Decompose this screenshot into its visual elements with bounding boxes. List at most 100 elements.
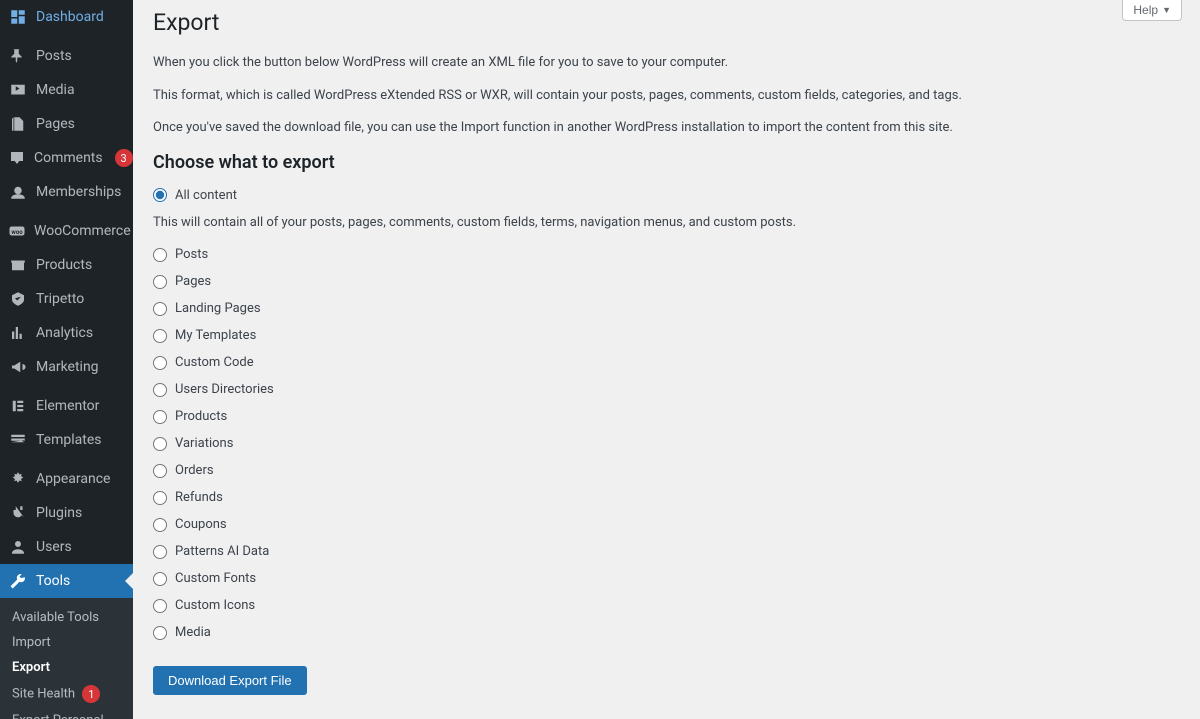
export-option-custom-fonts[interactable]: Custom Fonts — [153, 565, 1180, 592]
sidebar-item-analytics[interactable]: Analytics — [0, 316, 133, 350]
sidebar-item-label: Pages — [36, 116, 125, 132]
sidebar-item-label: Tripetto — [36, 291, 125, 307]
export-option-media[interactable]: Media — [153, 619, 1180, 646]
export-option-label: Custom Icons — [175, 598, 255, 613]
export-radio-media[interactable] — [153, 626, 167, 640]
sidebar-item-label: Marketing — [36, 359, 125, 375]
sidebar-item-label: Appearance — [36, 471, 125, 487]
export-radio-pages[interactable] — [153, 275, 167, 289]
pin-icon — [8, 46, 28, 66]
svg-text:woo: woo — [11, 229, 23, 236]
all-content-description: This will contain all of your posts, pag… — [153, 213, 1180, 233]
sidebar-item-woocommerce[interactable]: wooWooCommerce — [0, 214, 133, 248]
sidebar-item-tripetto[interactable]: Tripetto — [0, 282, 133, 316]
sidebar-item-products[interactable]: Products — [0, 248, 133, 282]
sidebar-badge-comments: 3 — [115, 149, 133, 167]
export-option-refunds[interactable]: Refunds — [153, 484, 1180, 511]
sidebar-item-dashboard[interactable]: Dashboard — [0, 0, 133, 34]
intro-paragraph-2: This format, which is called WordPress e… — [153, 86, 1180, 106]
sidebar-item-pages[interactable]: Pages — [0, 107, 133, 141]
export-option-all[interactable]: All content — [153, 182, 1180, 209]
sidebar-item-label: Products — [36, 257, 125, 273]
sidebar-item-label: Posts — [36, 48, 125, 64]
sidebar-item-users[interactable]: Users — [0, 530, 133, 564]
export-option-products[interactable]: Products — [153, 403, 1180, 430]
export-option-custom-icons[interactable]: Custom Icons — [153, 592, 1180, 619]
export-option-label: My Templates — [175, 328, 256, 343]
download-export-button[interactable]: Download Export File — [153, 666, 307, 695]
analytics-icon — [8, 323, 28, 343]
export-radio-custom-fonts[interactable] — [153, 572, 167, 586]
sidebar-item-posts[interactable]: Posts — [0, 39, 133, 73]
sidebar-item-comments[interactable]: Comments 3 — [0, 141, 133, 175]
export-radio-posts[interactable] — [153, 248, 167, 262]
submenu-badge-site-health: 1 — [82, 685, 100, 703]
memberships-icon — [8, 182, 28, 202]
export-option-custom-code[interactable]: Custom Code — [153, 349, 1180, 376]
export-radio-variations[interactable] — [153, 437, 167, 451]
users-icon — [8, 537, 28, 557]
plugins-icon — [8, 503, 28, 523]
export-option-label: Orders — [175, 463, 214, 478]
submenu-item-export[interactable]: Export — [0, 655, 133, 680]
sidebar-item-elementor[interactable]: Elementor — [0, 389, 133, 423]
export-option-landing-pages[interactable]: Landing Pages — [153, 295, 1180, 322]
sidebar-item-memberships[interactable]: Memberships — [0, 175, 133, 209]
help-label: Help — [1133, 3, 1158, 17]
comments-icon — [8, 148, 26, 168]
export-option-users-directories[interactable]: Users Directories — [153, 376, 1180, 403]
export-radio-users-directories[interactable] — [153, 383, 167, 397]
export-radio-orders[interactable] — [153, 464, 167, 478]
export-option-orders[interactable]: Orders — [153, 457, 1180, 484]
export-option-label: Coupons — [175, 517, 227, 532]
export-option-label: Products — [175, 409, 227, 424]
sidebar-item-media[interactable]: Media — [0, 73, 133, 107]
page-title: Export — [153, 0, 1180, 40]
export-option-label: Posts — [175, 247, 208, 262]
sidebar-item-label: Elementor — [36, 398, 125, 414]
export-radio-all[interactable] — [153, 188, 167, 202]
export-option-label: Variations — [175, 436, 233, 451]
export-option-patterns-ai-data[interactable]: Patterns AI Data — [153, 538, 1180, 565]
export-option-label: Patterns AI Data — [175, 544, 269, 559]
sidebar-item-label: Users — [36, 539, 125, 555]
export-radio-my-templates[interactable] — [153, 329, 167, 343]
submenu-item-export-personal-data[interactable]: Export Personal Data — [0, 708, 133, 719]
export-radio-refunds[interactable] — [153, 491, 167, 505]
sidebar-item-tools[interactable]: Tools — [0, 564, 133, 598]
export-option-variations[interactable]: Variations — [153, 430, 1180, 457]
export-radio-coupons[interactable] — [153, 518, 167, 532]
sidebar-item-templates[interactable]: Templates — [0, 423, 133, 457]
export-option-coupons[interactable]: Coupons — [153, 511, 1180, 538]
tools-icon — [8, 571, 28, 591]
sidebar-item-marketing[interactable]: Marketing — [0, 350, 133, 384]
export-option-posts[interactable]: Posts — [153, 241, 1180, 268]
export-radio-custom-icons[interactable] — [153, 599, 167, 613]
main-content: Help ▼ Export When you click the button … — [133, 0, 1200, 719]
export-option-label: Custom Fonts — [175, 571, 256, 586]
admin-sidebar: Dashboard Posts Media Pages Comments 3 Members… — [0, 0, 133, 719]
sidebar-item-label: Comments — [34, 150, 103, 166]
export-radio-patterns-ai-data[interactable] — [153, 545, 167, 559]
export-option-label: All content — [175, 188, 237, 203]
export-radio-landing-pages[interactable] — [153, 302, 167, 316]
pages-icon — [8, 114, 28, 134]
marketing-icon — [8, 357, 28, 377]
export-radio-products[interactable] — [153, 410, 167, 424]
help-tab-toggle[interactable]: Help ▼ — [1122, 0, 1182, 21]
sidebar-item-appearance[interactable]: Appearance — [0, 462, 133, 496]
export-option-label: Pages — [175, 274, 211, 289]
media-icon — [8, 80, 28, 100]
export-radio-custom-code[interactable] — [153, 356, 167, 370]
submenu-item-site-health[interactable]: Site Health 1 — [0, 680, 133, 708]
submenu-item-available-tools[interactable]: Available Tools — [0, 605, 133, 630]
choose-heading: Choose what to export — [153, 152, 1180, 173]
tripetto-icon — [8, 289, 28, 309]
submenu-item-import[interactable]: Import — [0, 630, 133, 655]
chevron-down-icon: ▼ — [1162, 5, 1171, 15]
export-options: All content This will contain all of your… — [153, 182, 1180, 646]
sidebar-item-label: Analytics — [36, 325, 125, 341]
export-option-pages[interactable]: Pages — [153, 268, 1180, 295]
sidebar-item-plugins[interactable]: Plugins — [0, 496, 133, 530]
export-option-my-templates[interactable]: My Templates — [153, 322, 1180, 349]
